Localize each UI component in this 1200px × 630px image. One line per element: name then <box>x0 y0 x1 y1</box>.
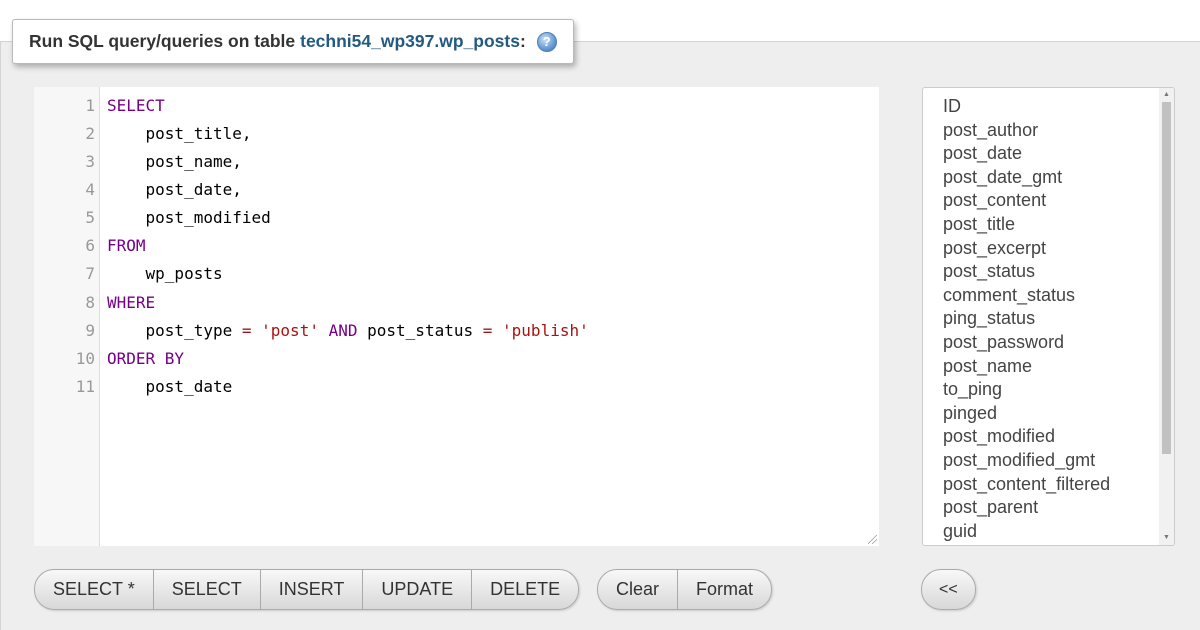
column-identifier: post_date <box>145 377 233 396</box>
line-number: 6 <box>85 236 95 255</box>
column-option[interactable]: post_modified_gmt <box>943 449 1110 473</box>
select-button[interactable]: SELECT <box>152 570 260 609</box>
format-button[interactable]: Format <box>677 570 771 609</box>
column-identifier: post_title, <box>145 124 252 143</box>
column-option[interactable]: ping_status <box>943 307 1110 331</box>
column-option[interactable]: post_modified <box>943 425 1110 449</box>
legend-text: Run SQL query/queries on table <box>29 31 296 51</box>
sql-keyword: ORDER BY <box>107 349 185 368</box>
line-number: 4 <box>85 180 95 199</box>
line-number: 10 <box>75 349 95 368</box>
editor-action-buttons: Clear Format <box>597 569 773 610</box>
legend-colon: : <box>519 31 526 51</box>
column-option[interactable]: post_status <box>943 260 1110 284</box>
sql-string: 'post' <box>261 321 319 340</box>
line-number: 3 <box>85 152 95 171</box>
column-identifier: post_date, <box>145 180 242 199</box>
sql-operator: = <box>241 321 252 340</box>
column-option[interactable]: post_content <box>943 189 1110 213</box>
column-option[interactable]: post_content_filtered <box>943 473 1110 497</box>
column-option[interactable]: ID <box>943 95 1110 119</box>
column-options: ID post_author post_date post_date_gmt p… <box>943 95 1110 543</box>
scrollbar-thumb[interactable] <box>1162 102 1171 454</box>
query-template-buttons: SELECT * SELECT INSERT UPDATE DELETE <box>34 569 580 610</box>
line-number: 5 <box>85 208 95 227</box>
code-line: SELECT <box>107 92 165 120</box>
sql-keyword: WHERE <box>107 293 156 312</box>
insert-column-button[interactable]: << <box>922 570 975 609</box>
column-option[interactable]: post_password <box>943 331 1110 355</box>
line-number: 9 <box>85 321 95 340</box>
update-button[interactable]: UPDATE <box>362 570 471 609</box>
code-line: post_type = 'post' AND post_status = 'pu… <box>107 317 589 345</box>
code-line: ORDER BY <box>107 345 184 373</box>
line-number: 7 <box>85 264 95 283</box>
column-option[interactable]: post_parent <box>943 496 1110 520</box>
line-number-gutter: 1 2 3 4 5 6 7 8 9 10 11 <box>34 87 100 546</box>
column-option[interactable]: post_date_gmt <box>943 166 1110 190</box>
column-option[interactable]: to_ping <box>943 378 1110 402</box>
code-line: WHERE <box>107 289 155 317</box>
table-identifier: wp_posts <box>145 264 223 283</box>
column-option[interactable]: post_author <box>943 119 1110 143</box>
fieldset-legend: Run SQL query/queries on table techni54_… <box>12 19 574 64</box>
sql-string: 'publish' <box>502 321 589 340</box>
column-identifier: post_status <box>367 321 474 340</box>
column-list-select[interactable]: ID post_author post_date post_date_gmt p… <box>922 87 1175 546</box>
sql-keyword: AND <box>328 321 358 340</box>
line-number: 11 <box>75 377 95 396</box>
code-line: post_name, <box>107 148 242 176</box>
sql-editor[interactable]: 1 2 3 4 5 6 7 8 9 10 11 SELECT post_titl… <box>34 87 879 546</box>
scroll-down-arrow-icon[interactable]: ▼ <box>1159 531 1174 545</box>
code-line: wp_posts <box>107 260 223 288</box>
code-line: post_date, <box>107 176 242 204</box>
column-option[interactable]: pinged <box>943 402 1110 426</box>
help-icon[interactable]: ? <box>536 31 557 52</box>
sql-keyword: FROM <box>107 236 146 255</box>
column-option[interactable]: comment_status <box>943 284 1110 308</box>
column-option[interactable]: post_excerpt <box>943 237 1110 261</box>
column-option[interactable]: post_date <box>943 142 1110 166</box>
column-option[interactable]: post_name <box>943 355 1110 379</box>
delete-button[interactable]: DELETE <box>471 570 578 609</box>
sql-keyword: SELECT <box>107 96 165 115</box>
resize-grip-icon[interactable] <box>868 535 877 544</box>
sql-operator: = <box>482 321 493 340</box>
code-line: post_title, <box>107 120 252 148</box>
column-option[interactable]: guid <box>943 520 1110 544</box>
table-name-link[interactable]: techni54_wp397.wp_posts <box>300 31 520 52</box>
code-line: FROM <box>107 232 146 260</box>
column-identifier: post_modified <box>145 208 271 227</box>
line-number: 2 <box>85 124 95 143</box>
line-number: 8 <box>85 293 95 312</box>
code-line: post_modified <box>107 204 271 232</box>
column-list-scrollbar[interactable]: ▲ ▼ <box>1159 88 1174 545</box>
insert-button[interactable]: INSERT <box>259 570 363 609</box>
column-option[interactable]: post_title <box>943 213 1110 237</box>
column-identifier: post_name, <box>145 152 242 171</box>
column-identifier: post_type <box>145 321 233 340</box>
select-all-button[interactable]: SELECT * <box>35 570 153 609</box>
clear-button[interactable]: Clear <box>598 570 677 609</box>
line-number: 1 <box>85 96 95 115</box>
scroll-up-arrow-icon[interactable]: ▲ <box>1159 88 1174 102</box>
insert-column-group: << <box>921 569 976 610</box>
code-line: post_date <box>107 373 233 401</box>
